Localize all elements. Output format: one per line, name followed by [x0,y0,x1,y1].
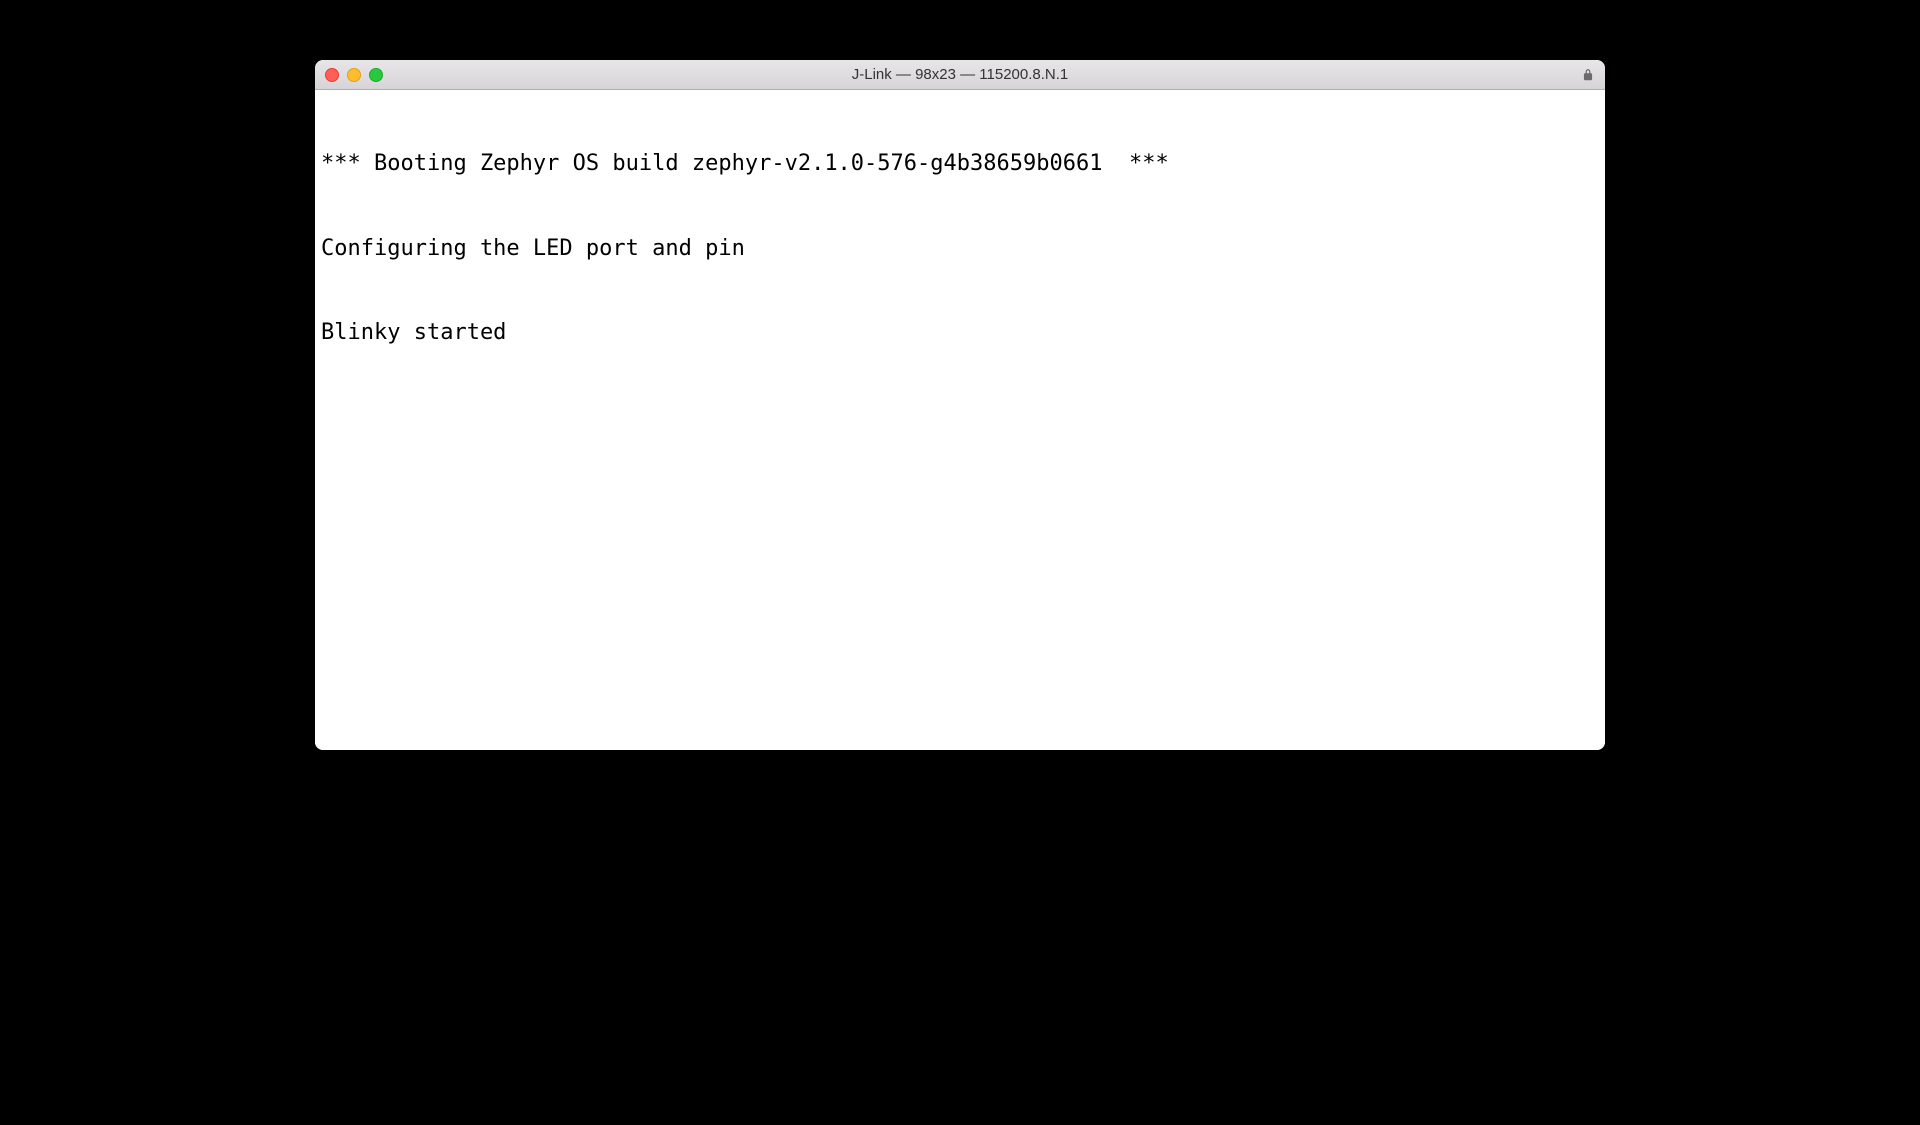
terminal-line: Configuring the LED port and pin [321,235,1599,263]
traffic-lights [325,68,383,82]
window-title: J-Link — 98x23 — 115200.8.N.1 [852,66,1069,83]
terminal-content[interactable]: *** Booting Zephyr OS build zephyr-v2.1.… [315,90,1605,750]
zoom-button[interactable] [369,68,383,82]
terminal-window: J-Link — 98x23 — 115200.8.N.1 *** Bootin… [315,60,1605,750]
terminal-line: *** Booting Zephyr OS build zephyr-v2.1.… [321,150,1599,178]
terminal-line: Blinky started [321,319,1599,347]
lock-indicator [1581,68,1595,82]
minimize-button[interactable] [347,68,361,82]
window-titlebar[interactable]: J-Link — 98x23 — 115200.8.N.1 [315,60,1605,90]
lock-icon [1581,68,1595,82]
close-button[interactable] [325,68,339,82]
